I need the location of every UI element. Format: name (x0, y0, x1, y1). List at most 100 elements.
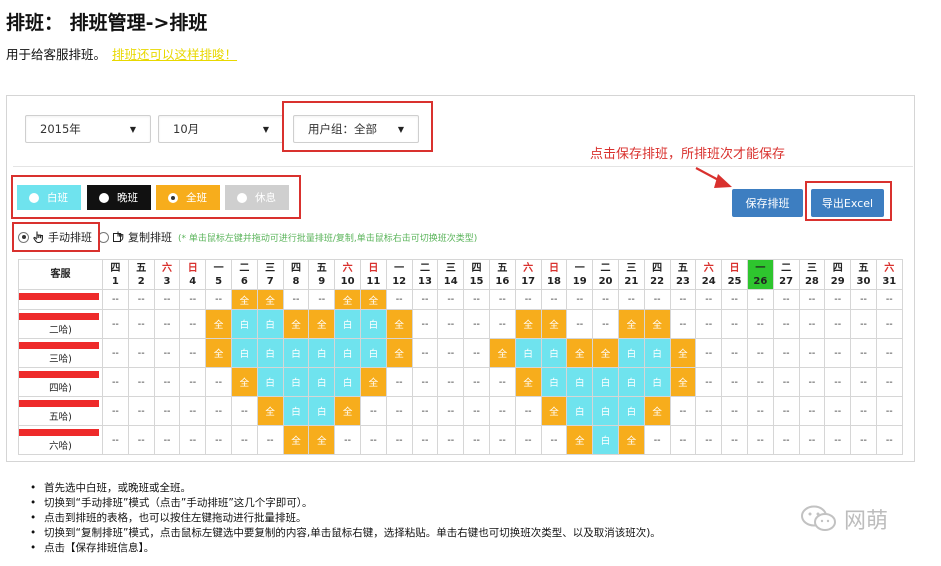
schedule-cell[interactable]: -- (875, 396, 903, 426)
schedule-cell[interactable]: 全 (308, 309, 336, 339)
save-schedule-button[interactable]: 保存排班 (732, 189, 803, 217)
schedule-cell[interactable]: -- (437, 396, 465, 426)
schedule-cell[interactable]: 全 (592, 338, 619, 368)
schedule-cell[interactable]: -- (746, 309, 774, 339)
schedule-cell[interactable]: -- (179, 309, 207, 339)
schedule-cell[interactable]: -- (695, 396, 723, 426)
schedule-cell[interactable]: -- (772, 367, 800, 397)
schedule-cell[interactable]: -- (875, 425, 903, 455)
schedule-cell[interactable]: 白 (617, 396, 645, 426)
schedule-cell[interactable]: -- (463, 289, 490, 310)
schedule-cell[interactable]: 全 (385, 309, 413, 339)
schedule-cell[interactable]: 全 (566, 425, 594, 455)
schedule-cell[interactable]: -- (437, 367, 465, 397)
schedule-cell[interactable]: -- (566, 289, 594, 310)
schedule-cell[interactable]: -- (746, 367, 774, 397)
schedule-cell[interactable]: -- (850, 309, 877, 339)
schedule-cell[interactable]: -- (850, 289, 877, 310)
schedule-cell[interactable]: 全 (308, 425, 336, 455)
schedule-cell[interactable]: -- (282, 289, 310, 310)
schedule-cell[interactable]: -- (721, 309, 748, 339)
schedule-cell[interactable]: -- (102, 396, 129, 426)
schedule-cell[interactable]: -- (153, 309, 181, 339)
schedule-cell[interactable]: -- (463, 425, 490, 455)
schedule-cell[interactable]: -- (850, 338, 877, 368)
schedule-cell[interactable]: 白 (540, 338, 568, 368)
schedule-cell[interactable]: -- (411, 425, 439, 455)
schedule-cell[interactable]: -- (695, 309, 723, 339)
schedule-cell[interactable]: 白 (230, 338, 258, 368)
schedule-cell[interactable]: -- (179, 289, 207, 310)
schedule-cell[interactable]: -- (721, 425, 748, 455)
schedule-cell[interactable]: -- (514, 289, 542, 310)
schedule-cell[interactable]: -- (824, 338, 852, 368)
schedule-cell[interactable]: -- (798, 367, 826, 397)
schedule-cell[interactable]: 全 (359, 367, 387, 397)
schedule-cell[interactable]: -- (411, 367, 439, 397)
schedule-cell[interactable]: -- (566, 309, 594, 339)
schedule-cell[interactable]: -- (205, 396, 232, 426)
schedule-cell[interactable]: -- (875, 309, 903, 339)
schedule-cell[interactable]: -- (153, 367, 181, 397)
schedule-cell[interactable]: -- (721, 289, 748, 310)
schedule-cell[interactable]: 全 (643, 309, 671, 339)
schedule-cell[interactable]: -- (824, 396, 852, 426)
schedule-cell[interactable]: -- (411, 309, 439, 339)
schedule-cell[interactable]: 白 (592, 367, 619, 397)
schedule-cell[interactable]: -- (772, 289, 800, 310)
schedule-cell[interactable]: -- (669, 289, 697, 310)
schedule-cell[interactable]: -- (488, 425, 516, 455)
schedule-cell[interactable]: -- (772, 338, 800, 368)
schedule-cell[interactable]: 白 (617, 367, 645, 397)
schedule-cell[interactable]: -- (746, 425, 774, 455)
schedule-cell[interactable]: -- (695, 338, 723, 368)
schedule-cell[interactable]: -- (514, 396, 542, 426)
schedule-cell[interactable]: -- (746, 338, 774, 368)
schedule-cell[interactable]: 全 (514, 367, 542, 397)
schedule-cell[interactable]: -- (411, 396, 439, 426)
schedule-cell[interactable]: 全 (230, 289, 258, 310)
schedule-cell[interactable]: 全 (514, 309, 542, 339)
schedule-cell[interactable]: -- (850, 367, 877, 397)
schedule-cell[interactable]: 白 (566, 396, 594, 426)
schedule-cell[interactable]: -- (463, 396, 490, 426)
schedule-cell[interactable]: -- (875, 338, 903, 368)
schedule-cell[interactable]: 全 (334, 289, 361, 310)
schedule-cell[interactable]: -- (669, 425, 697, 455)
schedule-cell[interactable]: -- (643, 289, 671, 310)
schedule-cell[interactable]: 白 (514, 338, 542, 368)
schedule-cell[interactable]: 全 (256, 396, 284, 426)
schedule-cell[interactable]: 全 (643, 396, 671, 426)
schedule-cell[interactable]: 白 (566, 367, 594, 397)
schedule-cell[interactable]: -- (153, 289, 181, 310)
schedule-cell[interactable]: -- (230, 425, 258, 455)
month-select[interactable]: 10月 ▼ (158, 115, 284, 143)
schedule-cell[interactable]: -- (695, 289, 723, 310)
schedule-cell[interactable]: 全 (282, 309, 310, 339)
schedule-cell[interactable]: 全 (617, 309, 645, 339)
schedule-cell[interactable]: -- (798, 425, 826, 455)
schedule-cell[interactable]: -- (127, 309, 155, 339)
schedule-cell[interactable]: -- (205, 289, 232, 310)
schedule-cell[interactable]: -- (359, 425, 387, 455)
schedule-cell[interactable]: 白 (256, 309, 284, 339)
schedule-cell[interactable]: 全 (205, 338, 232, 368)
schedule-cell[interactable]: -- (824, 367, 852, 397)
schedule-cell[interactable]: -- (643, 425, 671, 455)
schedule-cell[interactable]: -- (385, 367, 413, 397)
schedule-cell[interactable]: -- (127, 367, 155, 397)
schedule-cell[interactable]: -- (695, 425, 723, 455)
schedule-cell[interactable]: -- (102, 367, 129, 397)
schedule-cell[interactable]: 白 (230, 309, 258, 339)
tutorial-link[interactable]: 排班还可以这样排唆！ (112, 47, 237, 62)
schedule-cell[interactable]: -- (411, 338, 439, 368)
schedule-cell[interactable]: -- (824, 289, 852, 310)
schedule-cell[interactable]: -- (488, 367, 516, 397)
schedule-cell[interactable]: -- (875, 289, 903, 310)
schedule-cell[interactable]: 全 (385, 338, 413, 368)
schedule-cell[interactable]: -- (463, 338, 490, 368)
schedule-cell[interactable]: -- (102, 309, 129, 339)
schedule-cell[interactable]: -- (102, 289, 129, 310)
schedule-cell[interactable]: 全 (540, 396, 568, 426)
schedule-cell[interactable]: 白 (282, 367, 310, 397)
